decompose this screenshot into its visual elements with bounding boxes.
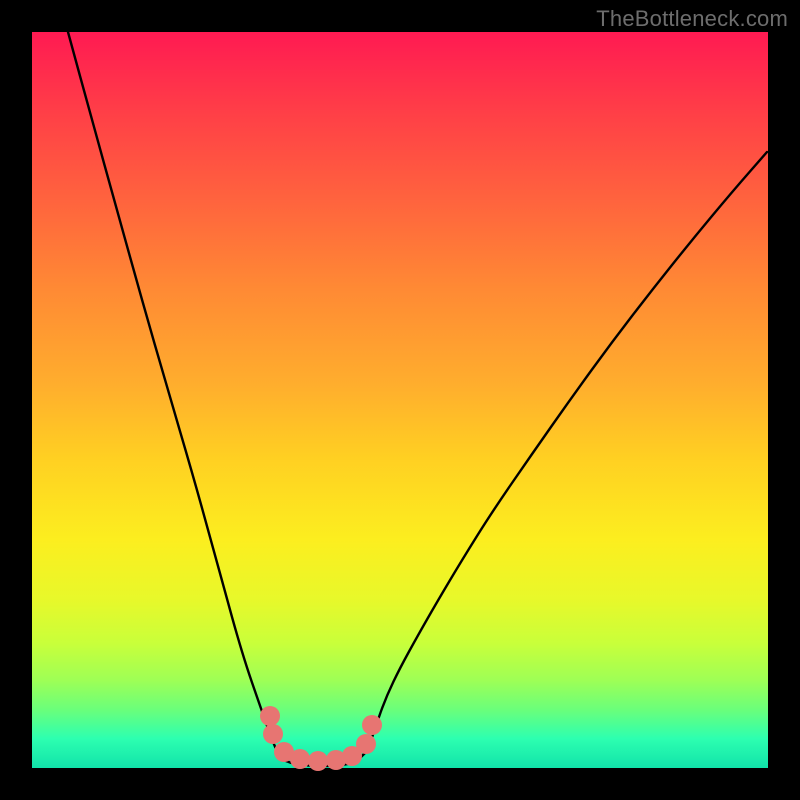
valley-marker-dot (308, 751, 328, 771)
valley-marker-dot (263, 724, 283, 744)
curve-right-branch (368, 152, 767, 750)
plot-area (32, 32, 768, 768)
chart-frame: TheBottleneck.com (0, 0, 800, 800)
valley-marker-dot (290, 749, 310, 769)
valley-marker-dot (362, 715, 382, 735)
curve-svg (32, 32, 768, 768)
watermark-text: TheBottleneck.com (596, 6, 788, 32)
valley-marker-group (260, 706, 382, 771)
valley-marker-dot (356, 734, 376, 754)
curve-left-branch (68, 32, 280, 758)
valley-marker-dot (260, 706, 280, 726)
